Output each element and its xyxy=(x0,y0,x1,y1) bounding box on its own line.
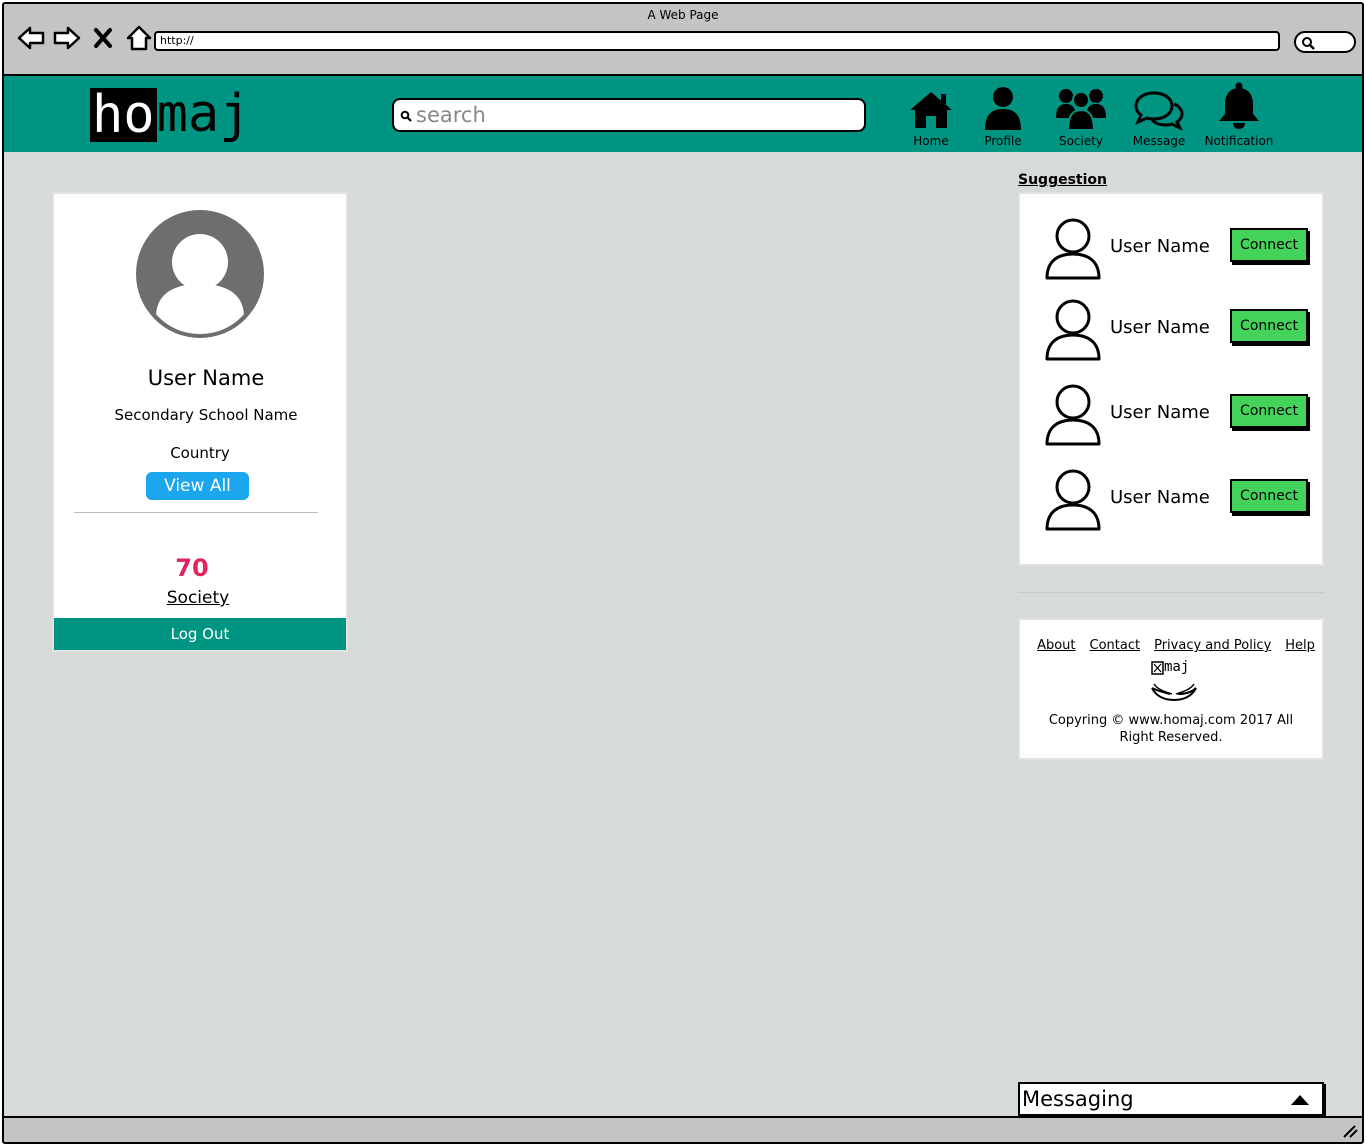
browser-status-bar xyxy=(4,1116,1362,1142)
avatar[interactable] xyxy=(136,210,264,338)
resize-grip-icon[interactable] xyxy=(1342,1124,1358,1138)
messaging-label: Messaging xyxy=(1022,1087,1134,1111)
back-arrow-icon[interactable] xyxy=(16,24,46,52)
suggestion-item: User Name Connect xyxy=(1044,216,1314,286)
nav-item-home[interactable]: Home xyxy=(896,82,966,148)
browser-nav-controls xyxy=(16,24,154,52)
footer-link-help[interactable]: Help xyxy=(1285,638,1315,653)
user-outline-icon xyxy=(1045,299,1101,361)
connect-button[interactable]: Connect xyxy=(1230,479,1308,513)
connect-button[interactable]: Connect xyxy=(1230,309,1308,343)
suggestion-user-name[interactable]: User Name xyxy=(1110,317,1210,338)
footer-card: About Contact Privacy and Policy Help ma… xyxy=(1018,618,1324,760)
users-group-icon xyxy=(1056,89,1106,130)
user-outline-icon xyxy=(1045,384,1101,446)
footer-link-privacy[interactable]: Privacy and Policy xyxy=(1154,638,1271,653)
profile-card: User Name Secondary School Name Country … xyxy=(52,192,348,652)
caret-up-icon[interactable] xyxy=(1290,1094,1310,1106)
connect-button[interactable]: Connect xyxy=(1230,394,1308,428)
profile-name: User Name xyxy=(147,366,265,390)
suggestion-item: User Name Connect xyxy=(1044,382,1314,452)
forward-arrow-icon[interactable] xyxy=(52,24,82,52)
suggestion-user-name[interactable]: User Name xyxy=(1110,236,1210,257)
suggestion-item: User Name Connect xyxy=(1044,467,1314,537)
nav-label-society: Society xyxy=(1058,134,1104,148)
browser-window: A Web Page http:// ho maj search Home Pr… xyxy=(2,2,1364,1144)
suggestion-user-name[interactable]: User Name xyxy=(1110,402,1210,423)
profile-school: Secondary School Name xyxy=(114,406,298,424)
stop-x-icon[interactable] xyxy=(88,24,118,52)
chat-bubbles-icon xyxy=(1134,91,1184,130)
search-icon xyxy=(400,110,412,122)
copyright-text: Copyring © www.homaj.com 2017 All Right … xyxy=(1048,713,1294,745)
suggestion-card: User Name Connect User Name Connect User… xyxy=(1018,192,1324,566)
nav-label-message: Message xyxy=(1132,134,1186,148)
messaging-dock[interactable]: Messaging xyxy=(1018,1082,1324,1116)
footer-logo-text: maj xyxy=(1164,659,1190,675)
homaj-logo[interactable]: ho maj xyxy=(90,84,251,146)
browser-search-box[interactable] xyxy=(1294,31,1356,53)
user-icon xyxy=(985,87,1021,130)
profile-divider xyxy=(74,512,318,513)
logo-part-ho: ho xyxy=(90,85,157,145)
sidebar-separator xyxy=(1018,592,1324,593)
user-outline-icon xyxy=(1045,469,1101,531)
nav-item-society[interactable]: Society xyxy=(1046,82,1116,148)
nav-label-notification: Notification xyxy=(1204,134,1274,148)
url-bar[interactable]: http:// xyxy=(154,31,1280,51)
app-header: ho maj Home Profile Society xyxy=(4,74,1362,152)
nav-item-profile[interactable]: Profile xyxy=(968,82,1038,148)
suggestion-heading: Suggestion xyxy=(1018,172,1107,188)
footer-link-about[interactable]: About xyxy=(1037,638,1075,653)
logout-button[interactable]: Log Out xyxy=(54,618,346,650)
suggestion-user-name[interactable]: User Name xyxy=(1110,487,1210,508)
main-search-box xyxy=(392,98,866,132)
view-all-button[interactable]: View All xyxy=(146,472,249,500)
user-outline-icon xyxy=(1045,218,1101,280)
window-title: A Web Page xyxy=(647,8,719,22)
logo-part-maj: maj xyxy=(156,84,251,144)
nav-label-home: Home xyxy=(913,134,949,148)
home-browser-icon[interactable] xyxy=(124,24,154,52)
connect-button[interactable]: Connect xyxy=(1230,228,1308,262)
user-avatar-icon xyxy=(156,234,244,334)
society-link[interactable]: Society xyxy=(54,588,346,608)
home-icon xyxy=(910,92,952,128)
nav-label-profile: Profile xyxy=(984,134,1022,148)
footer-logo: maj xyxy=(1148,659,1200,704)
nav-item-notification[interactable]: Notification xyxy=(1200,82,1278,148)
society-count: 70 xyxy=(175,554,209,582)
bell-icon xyxy=(1219,82,1259,129)
browser-chrome: A Web Page http:// xyxy=(4,4,1362,74)
profile-country: Country xyxy=(170,444,230,462)
suggestion-item: User Name Connect xyxy=(1044,297,1314,367)
nav-item-message[interactable]: Message xyxy=(1124,82,1194,148)
search-input[interactable] xyxy=(416,102,856,128)
footer-link-contact[interactable]: Contact xyxy=(1090,638,1141,653)
footer-links: About Contact Privacy and Policy Help xyxy=(1020,638,1322,653)
search-icon xyxy=(1302,37,1315,50)
